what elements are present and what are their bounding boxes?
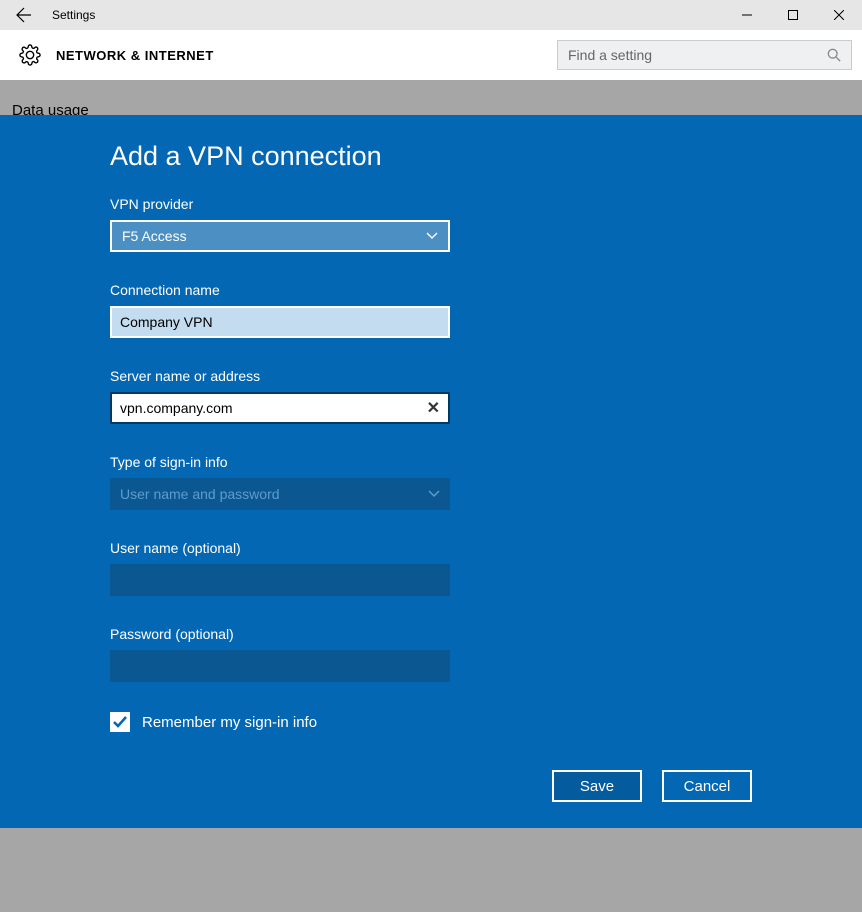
provider-value: F5 Access xyxy=(122,228,187,244)
signin-value: User name and password xyxy=(120,486,280,502)
remember-label: Remember my sign-in info xyxy=(142,714,317,731)
signin-label: Type of sign-in info xyxy=(110,454,752,470)
connection-input[interactable]: Company VPN xyxy=(110,306,450,338)
chevron-down-icon xyxy=(428,490,440,498)
password-input[interactable] xyxy=(110,650,450,682)
save-button[interactable]: Save xyxy=(552,770,642,802)
search-icon xyxy=(827,48,841,62)
remember-checkbox[interactable] xyxy=(110,712,130,732)
dialog-title: Add a VPN connection xyxy=(110,141,752,172)
window-title: Settings xyxy=(48,8,724,22)
minimize-button[interactable] xyxy=(724,0,770,30)
checkmark-icon xyxy=(112,714,128,730)
close-button[interactable] xyxy=(816,0,862,30)
titlebar: Settings xyxy=(0,0,862,30)
maximize-button[interactable] xyxy=(770,0,816,30)
search-placeholder: Find a setting xyxy=(568,47,652,63)
username-input[interactable] xyxy=(110,564,450,596)
chevron-down-icon xyxy=(426,232,438,240)
username-label: User name (optional) xyxy=(110,540,752,556)
back-arrow-icon xyxy=(16,7,32,23)
connection-value: Company VPN xyxy=(120,314,213,330)
server-input[interactable]: vpn.company.com ✕ xyxy=(110,392,450,424)
server-value: vpn.company.com xyxy=(120,400,233,416)
subheader: NETWORK & INTERNET Find a setting xyxy=(0,30,862,80)
search-input[interactable]: Find a setting xyxy=(557,40,852,70)
password-label: Password (optional) xyxy=(110,626,752,642)
back-button[interactable] xyxy=(0,0,48,30)
signin-select[interactable]: User name and password xyxy=(110,478,450,510)
provider-select[interactable]: F5 Access xyxy=(110,220,450,252)
cancel-button[interactable]: Cancel xyxy=(662,770,752,802)
vpn-dialog: Add a VPN connection VPN provider F5 Acc… xyxy=(0,115,862,828)
connection-label: Connection name xyxy=(110,282,752,298)
settings-gear-icon xyxy=(10,44,50,66)
clear-icon[interactable]: ✕ xyxy=(427,398,440,418)
provider-label: VPN provider xyxy=(110,196,752,212)
server-label: Server name or address xyxy=(110,368,752,384)
section-title: NETWORK & INTERNET xyxy=(50,48,557,63)
